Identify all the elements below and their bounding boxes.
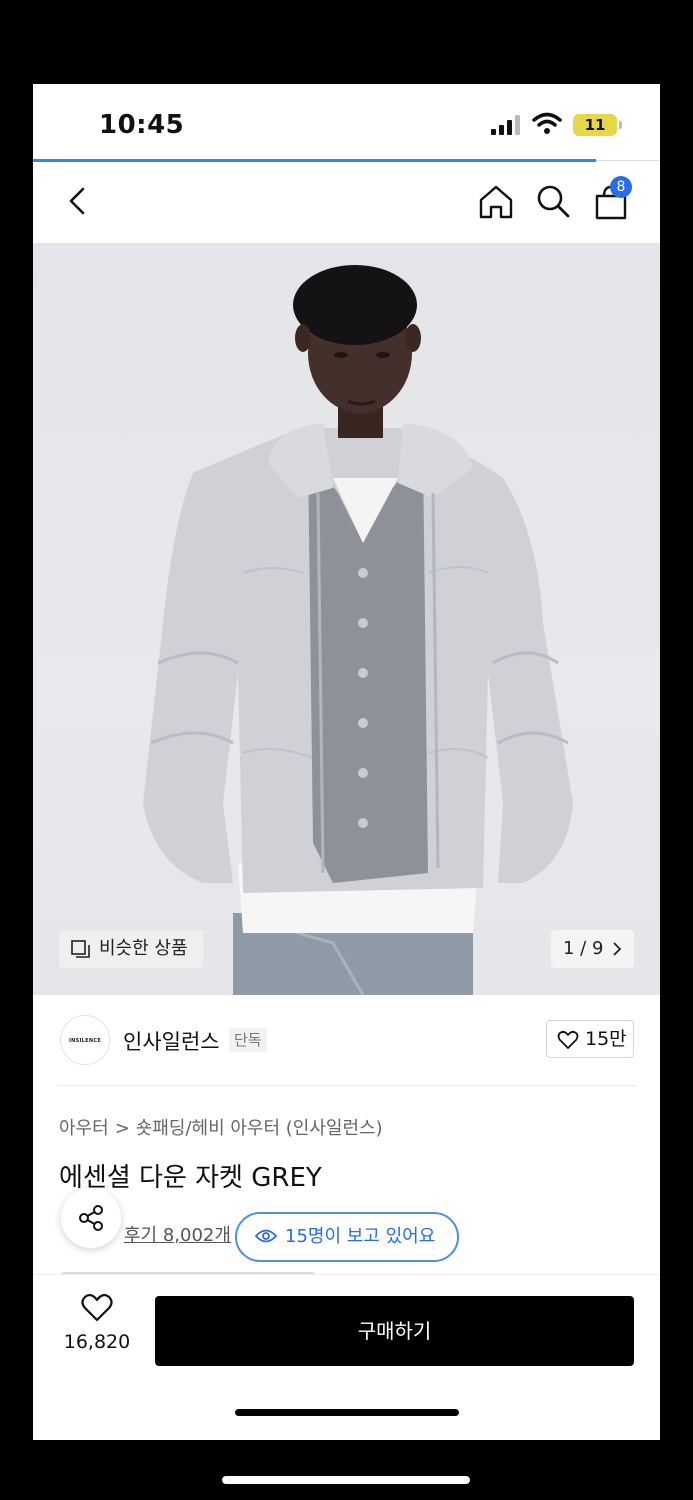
breadcrumb-separator: > (114, 1118, 130, 1139)
home-indicator (235, 1409, 459, 1416)
breadcrumb-item-category[interactable]: 숏패딩/헤비 아우터 (인사일런스) (136, 1118, 383, 1139)
wifi-icon (532, 112, 562, 134)
page-load-progress (33, 159, 596, 162)
live-viewers-label: 15명이 보고 있어요 (285, 1226, 436, 1247)
share-icon (79, 1205, 103, 1231)
status-bar: 10:45 11 (33, 84, 660, 160)
chevron-right-icon (613, 942, 622, 956)
similar-products-button[interactable]: 비슷한 상품 (59, 930, 203, 968)
brand-like-count: 15만 (585, 1028, 627, 1050)
product-image[interactable]: 비슷한 상품 1 / 9 (33, 243, 660, 995)
live-viewers-badge: 15명이 보고 있어요 (235, 1212, 459, 1262)
breadcrumb: 아우터 > 숏패딩/헤비 아우터 (인사일런스) (59, 1114, 389, 1140)
brand-logo[interactable]: INSILENCE (60, 1015, 110, 1065)
back-icon[interactable] (63, 183, 93, 219)
brand-like-button[interactable]: 15만 (546, 1020, 634, 1058)
heart-icon (557, 1030, 579, 1049)
divider (59, 1085, 636, 1086)
buy-button[interactable]: 구매하기 (155, 1296, 634, 1366)
brand-row: INSILENCE 인사일런스 단독 15만 (33, 995, 660, 1085)
home-icon[interactable] (477, 183, 515, 221)
image-pager-button[interactable]: 1 / 9 (551, 930, 634, 968)
wishlist-count: 16,820 (63, 1331, 131, 1353)
image-pager-label: 1 / 9 (563, 938, 604, 959)
battery-level: 11 (584, 116, 606, 134)
cart-count-badge: 8 (610, 176, 632, 198)
similar-products-label: 비슷한 상품 (99, 938, 188, 959)
breadcrumb-item-outer[interactable]: 아우터 (59, 1118, 109, 1139)
wishlist-button[interactable]: 16,820 (57, 1293, 137, 1363)
bottom-action-bar: 16,820 구매하기 (33, 1274, 660, 1440)
heart-icon (81, 1293, 113, 1322)
status-time: 10:45 (99, 110, 185, 140)
similar-items-icon (71, 940, 90, 958)
brand-logo-text: INSILENCE (68, 1038, 102, 1044)
system-home-indicator (222, 1476, 470, 1484)
exclusive-badge: 단독 (229, 1028, 267, 1052)
cellular-signal-icon (491, 115, 521, 135)
brand-name[interactable]: 인사일런스 (123, 1026, 220, 1056)
search-icon[interactable] (535, 183, 571, 221)
battery-icon: 11 (573, 114, 622, 136)
eye-icon (255, 1229, 277, 1243)
app-screen: 10:45 11 8 비슷한 상품 1 / 9 INSILENCE 인사일런스 … (33, 84, 660, 1440)
share-button[interactable] (61, 1188, 121, 1248)
product-photo (143, 265, 573, 995)
review-count-link[interactable]: 후기 8,002개 (124, 1221, 231, 1247)
app-header: 8 (33, 163, 660, 243)
